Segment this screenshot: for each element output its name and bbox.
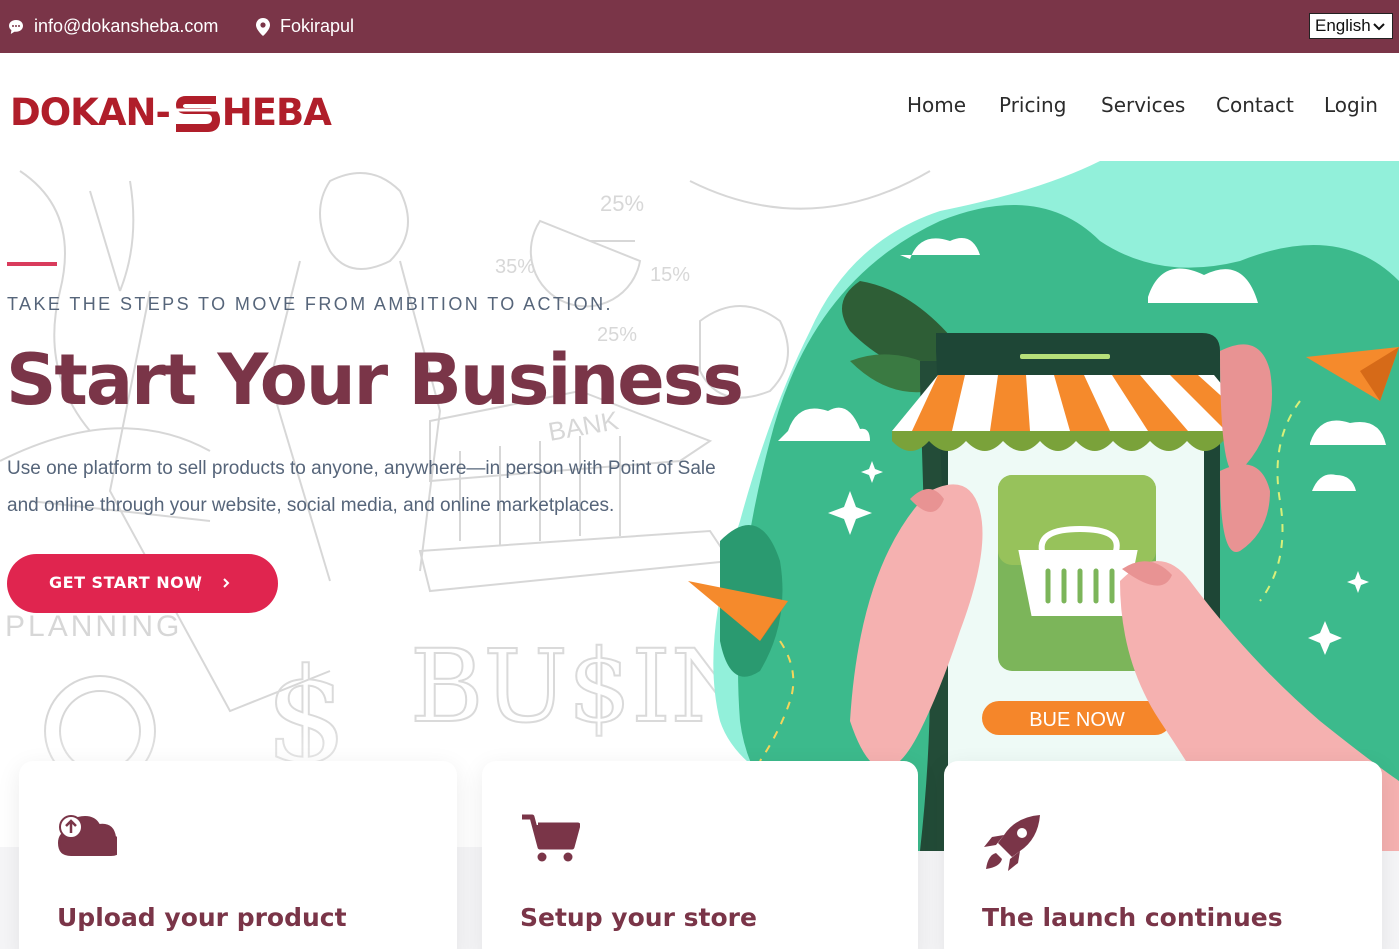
nav-services[interactable]: Services [1101,93,1185,117]
sketch-label-35: 35% [495,256,535,278]
language-value: English [1315,16,1371,35]
map-pin-icon [256,17,270,36]
logo-text-left: DOKAN- [10,90,171,134]
shop-phone-illustration: BUE NOW [688,161,1399,851]
cloud-upload-icon [57,815,117,856]
tagline-accent-line [7,262,57,266]
shopping-cart-icon [522,814,580,862]
site-header: DOKAN- HEBA [0,53,1399,161]
location-contact: Fokirapul [256,0,354,53]
nav-pricing[interactable]: Pricing [999,93,1066,117]
feature-card-upload[interactable]: Upload your product [19,761,457,949]
feature-card-launch[interactable]: The launch continues [944,761,1382,949]
hero-section: 25% 35% 15% 25% BANK PLANNING BU$INE $ T… [0,161,1399,949]
logo-s-mark [170,88,222,136]
chat-bubble-icon [9,19,23,34]
feature-title-launch: The launch continues [982,903,1283,932]
sketch-label-25-top: 25% [600,191,644,216]
logo-text-right: HEBA [221,90,332,134]
hero-title: Start Your Business [6,339,744,421]
sketch-label-planning: PLANNING [5,610,182,643]
top-bar: info@dokansheba.com Fokirapul English [0,0,1399,53]
bue-now-label: BUE NOW [1029,709,1125,731]
location-text: Fokirapul [280,16,355,36]
chevron-right-icon [223,578,230,588]
nav-contact[interactable]: Contact [1216,93,1294,117]
nav-login[interactable]: Login [1324,93,1378,117]
feature-title-upload: Upload your product [57,903,347,932]
feature-card-setup[interactable]: Setup your store [482,761,918,949]
nav-home[interactable]: Home [907,93,966,117]
rocket-icon [984,815,1040,871]
email-text: info@dokansheba.com [34,16,219,36]
get-start-button[interactable]: GET START NOW [7,554,278,613]
email-contact[interactable]: info@dokansheba.com [8,0,218,53]
chevron-down-icon [1373,23,1385,31]
site-logo[interactable]: DOKAN- HEBA [10,88,332,136]
language-select[interactable]: English [1309,13,1393,39]
button-separator [198,575,199,591]
get-start-label: GET START NOW [49,573,203,592]
feature-title-setup: Setup your store [520,903,757,932]
hero-description: Use one platform to sell products to any… [7,458,716,516]
hero-tagline: TAKE THE STEPS TO MOVE FROM AMBITION TO … [7,294,613,314]
